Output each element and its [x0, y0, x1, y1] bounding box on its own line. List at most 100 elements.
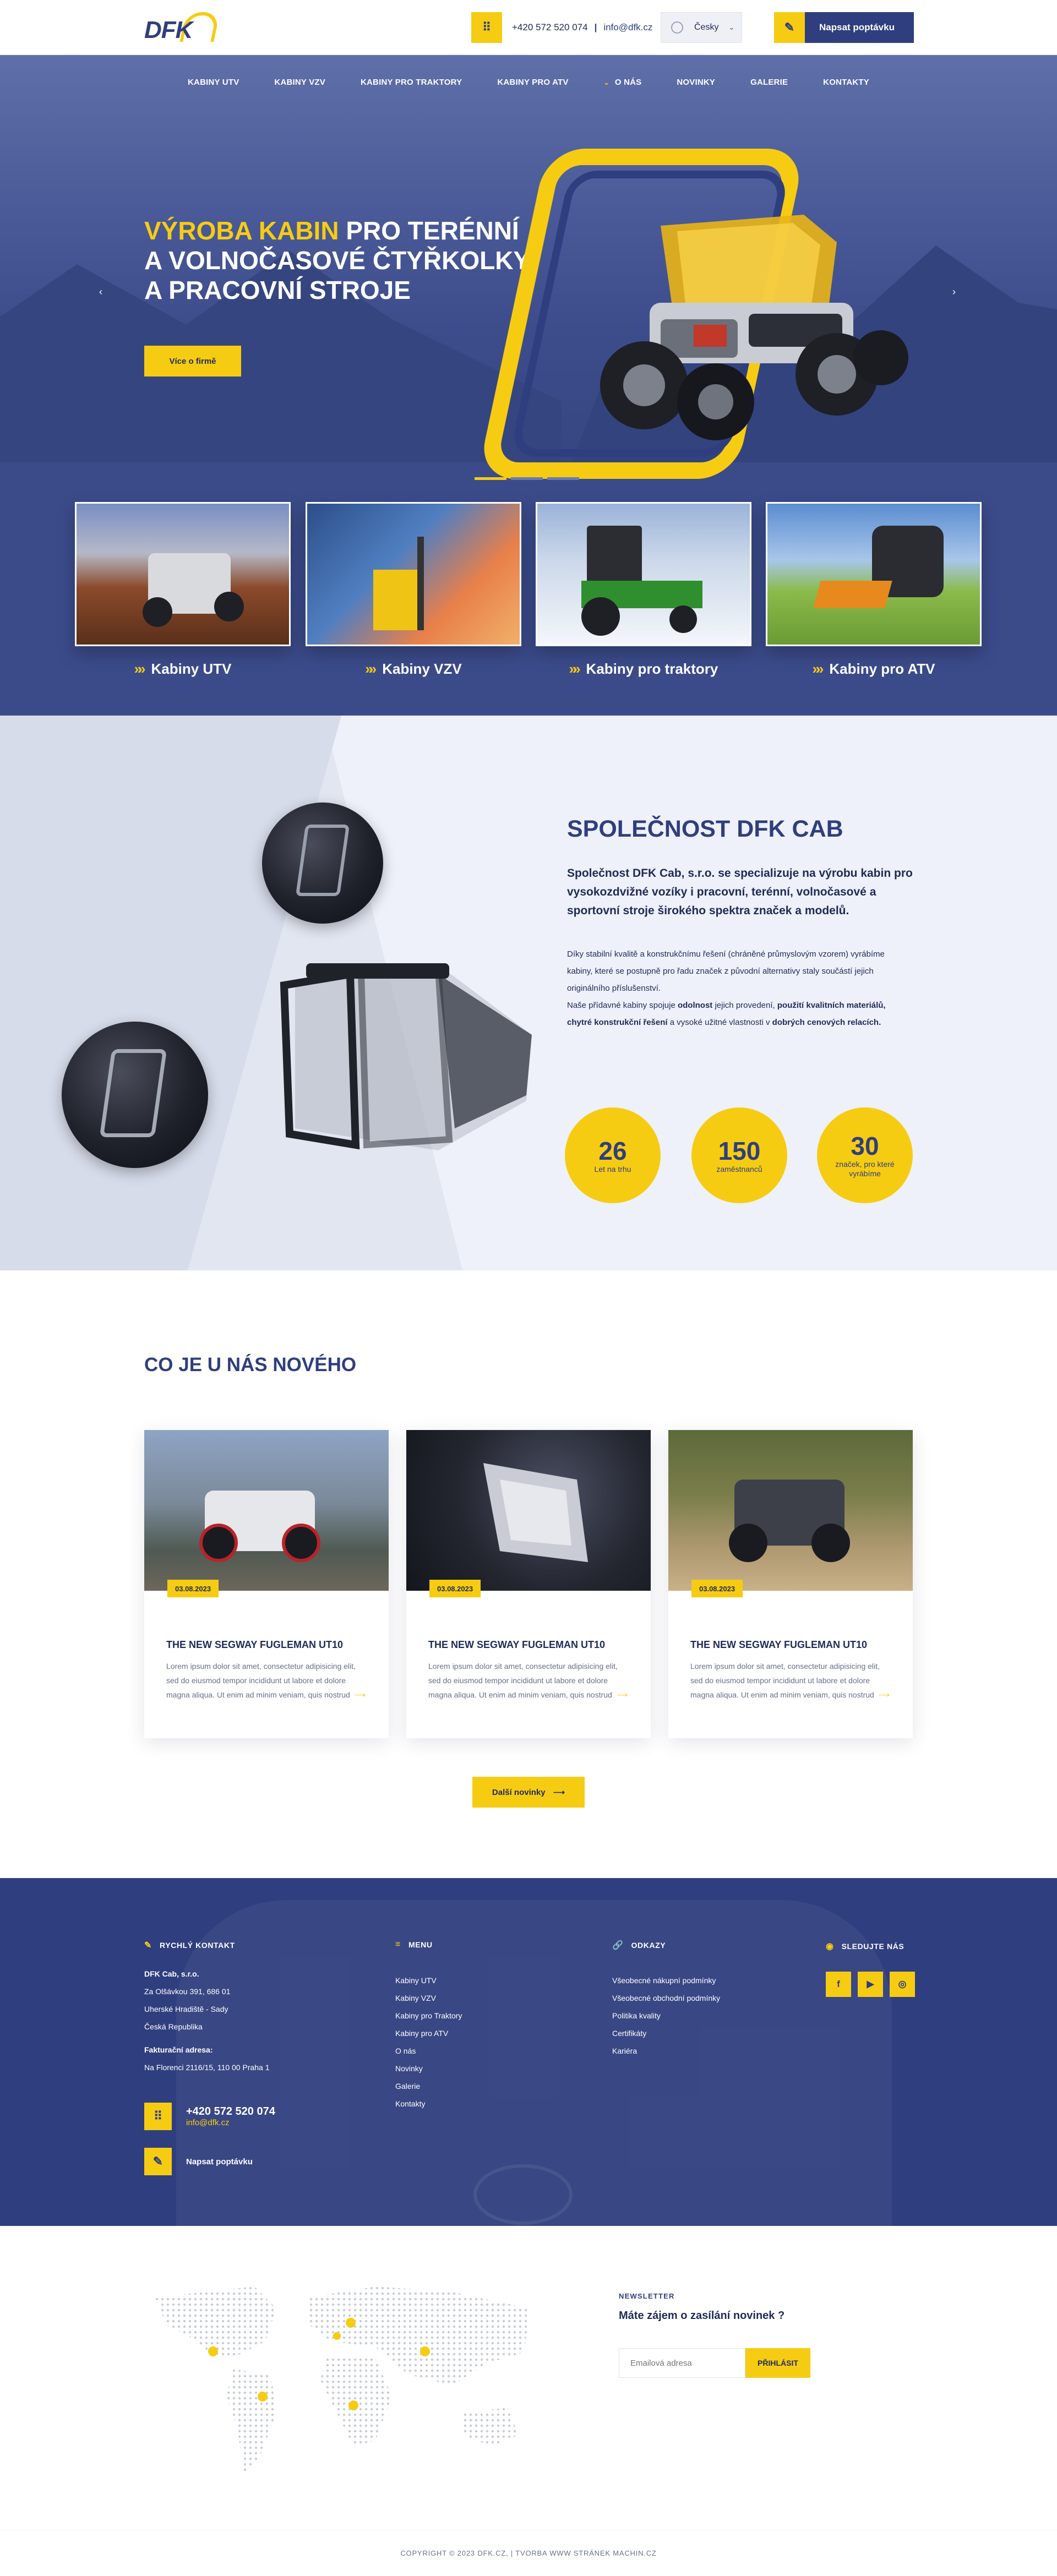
footer-link[interactable]: Kariéra [612, 2042, 720, 2060]
category-card-utv[interactable]: »» Kabiny UTV [75, 502, 291, 678]
header-phone[interactable]: +420 572 520 074 [512, 22, 588, 32]
news-image [406, 1430, 651, 1591]
news-card-title[interactable]: THE NEW SEGWAY FUGLEMAN UT10 [428, 1639, 605, 1651]
nav-item-kabiny-atv[interactable]: KABINY PRO ATV [480, 78, 586, 87]
footer-links-heading: 🔗 ODKAZY [612, 1941, 666, 1950]
category-label: Kabiny pro traktory [586, 661, 718, 677]
arrow-right-icon[interactable]: ⟶ [355, 1690, 366, 1699]
footer-social-heading: ◉ SLEDUJTE NÁS [826, 1942, 905, 1951]
quote-button[interactable]: ✎ Napsat poptávku [774, 12, 914, 43]
double-chevron-icon: »» [134, 661, 146, 677]
stat-label: Let na trhu [594, 1164, 631, 1174]
footer-address: DFK Cab, s.r.o. Za Olšávkou 391, 686 01 … [144, 1965, 270, 2076]
footer-menu-item[interactable]: Galerie [395, 2077, 462, 2095]
footer-link[interactable]: Certifikáty [612, 2024, 720, 2042]
news-title: CO JE U NÁS NOVÉHO [144, 1354, 357, 1376]
news-card[interactable]: 03.08.2023 THE NEW SEGWAY FUGLEMAN UT10 … [144, 1430, 389, 1738]
nav-item-o-nas[interactable]: ⌄ O NÁS [586, 78, 660, 87]
nav-item-kabiny-traktory[interactable]: KABINY PRO TRAKTORY [343, 78, 480, 87]
arrow-right-icon[interactable]: ⟶ [617, 1690, 628, 1699]
slider-dot[interactable] [547, 477, 579, 480]
main-nav: KABINY UTV KABINY VZV KABINY PRO TRAKTOR… [0, 55, 1057, 109]
nav-item-kontakty[interactable]: KONTAKTY [805, 78, 887, 87]
newsletter-section: NEWSLETTER Máte zájem o zasílání novinek… [0, 2226, 1057, 2530]
eye-icon: ◉ [826, 1942, 834, 1951]
facebook-icon[interactable]: f [826, 1972, 851, 1997]
stat-label: značek, pro které vyrábíme [835, 1160, 895, 1178]
category-card-traktory[interactable]: »» Kabiny pro traktory [536, 502, 751, 678]
footer-quote-label: Napsat poptávku [186, 2157, 253, 2166]
chevron-down-icon: ⌄ [603, 78, 609, 86]
hero-title: VÝROBA KABIN PRO TERÉNNÍ A VOLNOČASOVÉ Č… [144, 216, 541, 305]
category-card-atv[interactable]: »» Kabiny pro ATV [766, 502, 982, 678]
footer-menu-item[interactable]: Kabiny VZV [395, 1989, 462, 2007]
link-icon: 🔗 [612, 1941, 624, 1950]
footer-link[interactable]: Všeobecné nákupní podmínky [612, 1972, 720, 1989]
site-footer: ✎ RYCHLÝ KONTAKT DFK Cab, s.r.o. Za Olšáv… [0, 1878, 1057, 2226]
company-title: SPOLEČNOST DFK CAB [567, 816, 843, 842]
category-card-vzv[interactable]: »» Kabiny VZV [306, 502, 521, 678]
news-card[interactable]: 03.08.2023 THE NEW SEGWAY FUGLEMAN UT10 … [406, 1430, 651, 1738]
youtube-icon[interactable]: ▶ [858, 1972, 883, 1997]
header-contact: ⠿ +420 572 520 074 | info@dfk.cz [471, 12, 652, 43]
slider-dot-active[interactable] [475, 477, 506, 480]
stat-years: 26 Let na trhu [565, 1107, 661, 1203]
language-select[interactable]: Česky ⌄ [661, 12, 742, 43]
footer-phone[interactable]: +420 572 520 074 [186, 2105, 275, 2118]
nav-item-novinky[interactable]: NOVINKY [659, 78, 733, 87]
news-card-text: Lorem ipsum dolor sit amet, consectetur … [428, 1662, 628, 1699]
footer-menu-item[interactable]: Kabiny UTV [395, 1972, 462, 1989]
news-card[interactable]: 03.08.2023 THE NEW SEGWAY FUGLEMAN UT10 … [668, 1430, 913, 1738]
slider-next-arrow[interactable]: › [952, 286, 956, 298]
company-paragraph-2: Naše přídavné kabiny spojuje odolnost je… [567, 1001, 886, 1027]
footer-address-line: Za Olšávkou 391, 686 01 [144, 1987, 231, 1996]
footer-bg-emblem [473, 2164, 573, 2225]
footer-link[interactable]: Politika kvality [612, 2007, 720, 2024]
header-email[interactable]: info@dfk.cz [603, 22, 652, 32]
newsletter-email-input[interactable] [619, 2348, 745, 2378]
footer-menu-item[interactable]: O nás [395, 2042, 462, 2060]
more-news-button[interactable]: Další novinky ⟶ [472, 1777, 585, 1808]
arrow-right-icon[interactable]: ⟶ [879, 1690, 890, 1699]
footer-menu-item[interactable]: Kabiny pro ATV [395, 2024, 462, 2042]
category-image-traktory [536, 502, 751, 646]
news-card-text: Lorem ipsum dolor sit amet, consectetur … [166, 1662, 366, 1699]
utv-buggy-image [600, 215, 908, 440]
company-body: Díky stabilní kvalitě a konstrukčnímu ře… [567, 946, 908, 1031]
footer-phone-block[interactable]: ⠿ +420 572 520 074 info@dfk.cz [144, 2103, 275, 2130]
slider-dot[interactable] [511, 477, 543, 480]
stat-value: 26 [598, 1136, 627, 1165]
stat-value: 30 [851, 1132, 879, 1160]
dfk-logo[interactable]: DFK [144, 11, 221, 45]
double-chevron-icon: »» [569, 661, 581, 677]
site-header: DFK ⠿ +420 572 520 074 | info@dfk.cz Česky… [0, 0, 1057, 55]
news-image [668, 1430, 913, 1591]
footer-quote-button[interactable]: ✎ Napsat poptávku [144, 2148, 253, 2175]
stat-brands: 30 značek, pro které vyrábíme [817, 1107, 913, 1203]
footer-address-line: Česká Republika [144, 2022, 203, 2031]
news-card-title[interactable]: THE NEW SEGWAY FUGLEMAN UT10 [166, 1639, 343, 1651]
quote-button-label: Napsat poptávku [819, 22, 895, 32]
footer-billing-label: Fakturační adresa: [144, 2045, 213, 2054]
footer-contact-heading: ✎ RYCHLÝ KONTAKT [144, 1941, 235, 1950]
footer-link[interactable]: Všeobecné obchodní podmínky [612, 1989, 720, 2007]
language-label: Česky [694, 23, 719, 32]
slider-prev-arrow[interactable]: ‹ [99, 286, 102, 298]
footer-links-list: Všeobecné nákupní podmínky Všeobecné obc… [612, 1972, 720, 2060]
copyright-bar: COPYRIGHT © 2023 DFK.CZ, | TVORBA WWW ST… [0, 2530, 1057, 2576]
keypad-icon: ⠿ [144, 2103, 172, 2130]
footer-menu-list: Kabiny UTV Kabiny VZV Kabiny pro Traktor… [395, 1972, 462, 2113]
newsletter-subscribe-button[interactable]: PŘIHLÁSIT [745, 2348, 810, 2378]
about-company-button[interactable]: Více o firmě [144, 346, 241, 376]
cab-frame-image [280, 963, 532, 1150]
news-date: 03.08.2023 [429, 1580, 481, 1597]
nav-item-galerie[interactable]: GALERIE [733, 78, 805, 87]
footer-email[interactable]: info@dfk.cz [186, 2118, 275, 2127]
footer-menu-item[interactable]: Kontakty [395, 2095, 462, 2113]
nav-item-kabiny-utv[interactable]: KABINY UTV [170, 78, 257, 87]
footer-menu-item[interactable]: Kabiny pro Traktory [395, 2007, 462, 2024]
nav-item-kabiny-vzv[interactable]: KABINY VZV [257, 78, 343, 87]
footer-menu-item[interactable]: Novinky [395, 2060, 462, 2077]
instagram-icon[interactable]: ◎ [890, 1972, 915, 1997]
news-card-title[interactable]: THE NEW SEGWAY FUGLEMAN UT10 [690, 1639, 867, 1651]
